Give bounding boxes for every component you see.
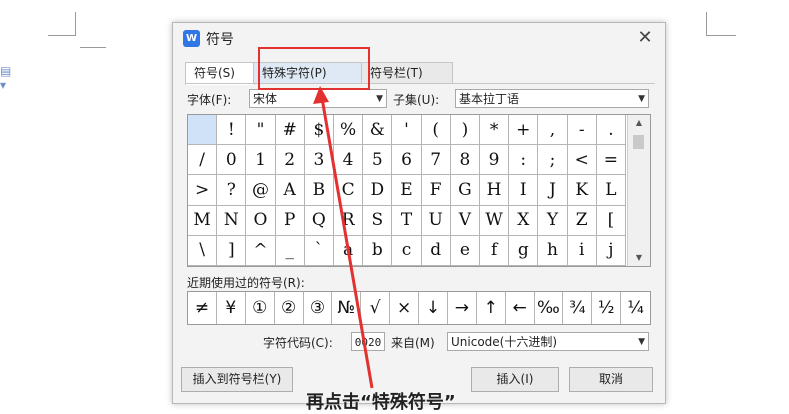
tutorial-caption: 再点击“特殊符号” [306, 392, 456, 413]
annotation-arrow-icon [313, 86, 374, 389]
